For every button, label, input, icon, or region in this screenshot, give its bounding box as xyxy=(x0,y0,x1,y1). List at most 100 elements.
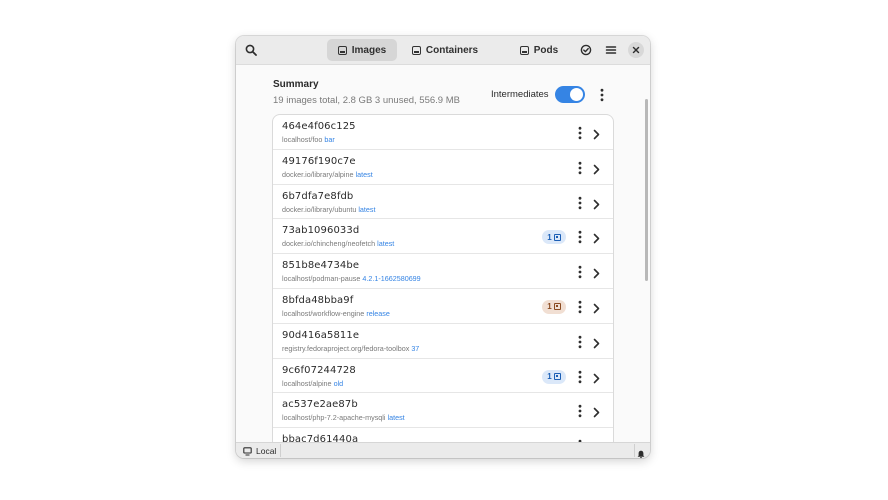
image-row[interactable]: 90d416a5811e registry.fedoraproject.org/… xyxy=(273,324,613,359)
image-row[interactable]: bbac7d61440a xyxy=(273,428,613,442)
image-tag: latest xyxy=(387,413,405,423)
vertical-ellipsis-icon xyxy=(578,335,582,348)
chevron-right-icon[interactable] xyxy=(593,231,600,249)
image-repository: localhost/alpine xyxy=(282,378,332,388)
container-count-badge: 1 xyxy=(542,230,566,245)
images-page: Summary 19 images total, 2.8 GB 3 unused… xyxy=(236,65,650,442)
image-menu-button[interactable] xyxy=(577,265,583,284)
image-tag: latest xyxy=(355,169,373,179)
hamburger-menu-icon xyxy=(605,46,617,54)
tab-containers[interactable]: Containers xyxy=(399,39,491,61)
image-tag: 37 xyxy=(411,343,420,353)
container-icon xyxy=(553,373,561,381)
image-row[interactable]: 49176f190c7e docker.io/library/alpine la… xyxy=(273,150,613,185)
image-row[interactable]: 464e4f06c125 localhost/foo bar xyxy=(273,115,613,150)
connection-switcher[interactable]: Local xyxy=(243,445,276,457)
vertical-ellipsis-icon xyxy=(578,370,582,383)
image-repo-tag: localhost/alpine old xyxy=(282,379,343,388)
tab-pods[interactable]: Pods xyxy=(501,39,577,61)
image-repo-tag: docker.io/chincheng/neofetch latest xyxy=(282,239,394,248)
image-menu-button[interactable] xyxy=(577,126,583,145)
image-menu-button[interactable] xyxy=(577,300,583,319)
image-repo-tag: registry.fedoraproject.org/fedora-toolbo… xyxy=(282,344,419,353)
chevron-right-icon[interactable] xyxy=(593,301,600,319)
image-id: 73ab1096033d xyxy=(282,225,360,237)
close-button[interactable] xyxy=(628,42,644,58)
scrollbar[interactable] xyxy=(645,99,648,281)
image-repository: docker.io/library/ubuntu xyxy=(282,204,357,214)
tab-images[interactable]: Images xyxy=(327,39,397,61)
search-button[interactable] xyxy=(241,40,261,60)
image-repo-tag: localhost/workflow-engine release xyxy=(282,309,390,318)
container-icon xyxy=(411,45,421,55)
image-id: bbac7d61440a xyxy=(282,434,359,442)
image-repository: docker.io/chincheng/neofetch xyxy=(282,239,376,249)
tab-containers-label: Containers xyxy=(425,44,479,56)
vertical-ellipsis-icon xyxy=(578,161,582,174)
image-menu-button[interactable] xyxy=(577,196,583,215)
bell-icon xyxy=(637,450,645,458)
image-repo-tag: docker.io/library/ubuntu latest xyxy=(282,205,376,214)
image-repo-tag: localhost/php-7.2-apache-mysqli latest xyxy=(282,413,405,422)
chevron-right-icon[interactable] xyxy=(593,162,600,180)
vertical-ellipsis-icon xyxy=(578,300,582,314)
chevron-right-icon[interactable] xyxy=(593,127,600,145)
image-row[interactable]: 73ab1096033d docker.io/chincheng/neofetc… xyxy=(273,219,613,255)
image-repository: localhost/workflow-engine xyxy=(282,308,365,318)
notifications-button[interactable] xyxy=(637,446,645,458)
check-circle-icon xyxy=(580,44,592,56)
vertical-ellipsis-icon xyxy=(578,196,582,209)
chevron-right-icon[interactable] xyxy=(593,197,600,215)
image-row[interactable]: 9c6f07244728 localhost/alpine old 1 xyxy=(273,359,613,394)
image-tag: old xyxy=(333,378,344,388)
chevron-right-icon[interactable] xyxy=(593,371,600,389)
chevron-right-icon[interactable] xyxy=(593,405,600,423)
intermediates-toggle[interactable] xyxy=(554,86,585,103)
summary-subtitle: 19 images total, 2.8 GB 3 unused, 556.9 … xyxy=(273,95,460,106)
chevron-right-icon[interactable] xyxy=(593,266,600,284)
status-divider xyxy=(280,444,281,457)
image-repository: localhost/podman-pause xyxy=(282,274,361,284)
container-icon xyxy=(553,303,561,311)
image-tag: release xyxy=(366,308,390,318)
image-menu-button[interactable] xyxy=(577,230,583,249)
image-tag: bar xyxy=(324,135,335,144)
image-id: ac537e2ae87b xyxy=(282,399,358,411)
image-row[interactable]: 851b8e4734be localhost/podman-pause 4.2.… xyxy=(273,254,613,289)
image-menu-button[interactable] xyxy=(577,161,583,180)
main-menu-button[interactable] xyxy=(601,40,621,60)
image-id: 9c6f07244728 xyxy=(282,364,356,376)
image-repository: localhost/foo xyxy=(282,135,323,144)
image-row[interactable]: ac537e2ae87b localhost/php-7.2-apache-my… xyxy=(273,393,613,429)
status-bar: Local xyxy=(236,442,650,458)
images-summary: Summary 19 images total, 2.8 GB 3 unused… xyxy=(273,79,613,113)
image-id: 8bfda48bba9f xyxy=(282,294,354,306)
view-switcher: Images Containers Pods xyxy=(327,39,577,61)
image-row[interactable]: 6b7dfa7e8fdb docker.io/library/ubuntu la… xyxy=(273,185,613,220)
image-id: 464e4f06c125 xyxy=(282,121,356,132)
container-icon xyxy=(553,233,561,241)
image-row[interactable]: 8bfda48bba9f localhost/workflow-engine r… xyxy=(273,289,613,324)
image-repository: registry.fedoraproject.org/fedora-toolbo… xyxy=(282,343,410,353)
vertical-ellipsis-icon xyxy=(600,88,604,102)
vertical-ellipsis-icon xyxy=(578,126,582,140)
chevron-right-icon xyxy=(593,373,600,383)
actions-button[interactable] xyxy=(576,40,596,60)
image-menu-button[interactable] xyxy=(577,404,583,423)
status-divider xyxy=(634,444,635,457)
image-tag: latest xyxy=(358,204,376,214)
chevron-right-icon xyxy=(593,164,600,175)
container-count-badge: 1 xyxy=(542,299,566,314)
image-menu-button[interactable] xyxy=(577,370,583,389)
search-icon xyxy=(245,44,257,56)
image-menu-button[interactable] xyxy=(577,335,583,354)
tab-images-label: Images xyxy=(351,44,387,56)
summary-menu-button[interactable] xyxy=(599,88,605,107)
image-id: 851b8e4734be xyxy=(282,260,360,272)
chevron-right-icon xyxy=(593,303,600,314)
chevron-right-icon[interactable] xyxy=(593,336,600,354)
tab-pods-label: Pods xyxy=(533,44,559,56)
image-repo-tag: localhost/foo bar xyxy=(282,135,335,144)
container-count-badge: 1 xyxy=(542,369,566,384)
header-bar: Images Containers Pods xyxy=(236,36,650,65)
